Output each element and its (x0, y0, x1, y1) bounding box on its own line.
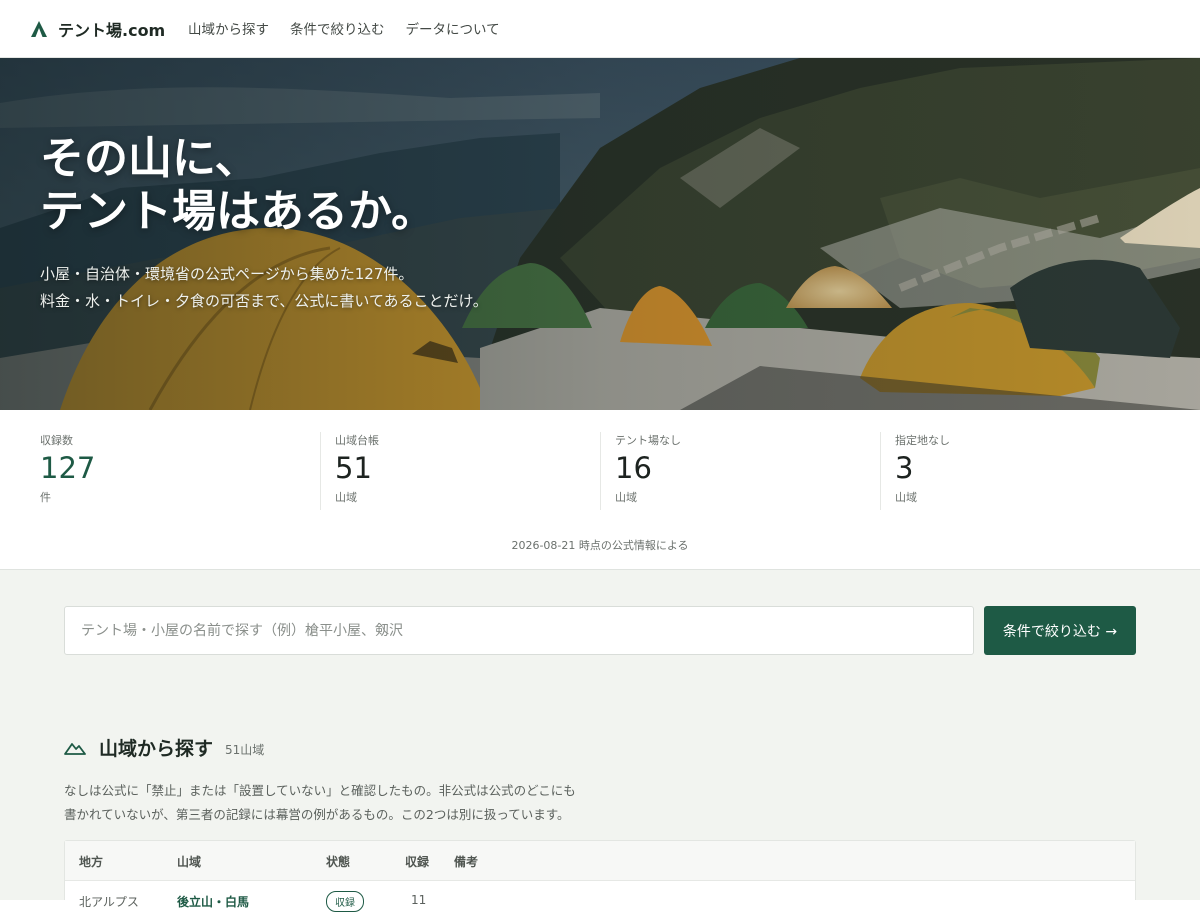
section-title: 山域から探す (99, 738, 214, 760)
stat-value: 127 (40, 451, 96, 485)
stat-label: 山域台帳 (335, 434, 379, 447)
column-header-area[interactable]: 山域 (177, 853, 201, 870)
stat-value: 3 (895, 451, 914, 485)
stat-total: 収録数 127 件 (40, 432, 95, 510)
section-note: なしは公式に「禁止」または「設置していない」と確認したもの。非公式は公式のどこに… (64, 779, 576, 827)
stat-no-designated-site: 指定地なし 3 山域 (880, 432, 950, 510)
hero-title-line-2: テント場はあるか。 (40, 186, 436, 237)
stats-panel: 収録数 127 件 山域台帳 51 山域 テント場なし 16 山域 指定地なし … (0, 410, 1200, 570)
status-badge: 収録 (326, 891, 364, 912)
areas-table: 地方 山域 状態 収録 備考 北アルプス 後立山・白馬 収録 11 (64, 840, 1136, 912)
hero-title: その山に、 テント場はあるか。 (40, 132, 435, 238)
stat-unit: 山域 (335, 491, 357, 504)
stat-label: テント場なし (615, 434, 681, 447)
cell-region: 北アルプス (79, 895, 139, 909)
cell-count: 11 (411, 893, 427, 907)
hero-subtitle-line-1: 小屋・自治体・環境省の公式ページから集めた127件。 (40, 265, 414, 283)
section-header: 山域から探す 51山域 (64, 734, 264, 761)
site-logo[interactable]: テント場.com (30, 17, 165, 41)
stat-no-tent-site: テント場なし 16 山域 (600, 432, 681, 510)
hero-subtitle: 小屋・自治体・環境省の公式ページから集めた127件。 料金・水・トイレ・夕食の可… (40, 261, 488, 315)
nav-item-filter[interactable]: 条件で絞り込む (290, 18, 385, 38)
logo-text: テント場.com (58, 21, 166, 40)
cell-area-link[interactable]: 後立山・白馬 (177, 893, 249, 910)
table-row[interactable]: 北アルプス 後立山・白馬 収録 11 (65, 881, 1135, 921)
main-nav: 山域から探す 条件で絞り込む データについて (188, 18, 500, 38)
filter-button[interactable]: 条件で絞り込む → (984, 606, 1136, 655)
hero-banner: その山に、 テント場はあるか。 小屋・自治体・環境省の公式ページから集めた127… (0, 58, 1200, 410)
mountain-icon (64, 742, 86, 755)
column-header-count[interactable]: 収録 (405, 853, 429, 870)
nav-item-areas[interactable]: 山域から探す (188, 18, 269, 38)
section-note-line-1: なしは公式に「禁止」または「設置していない」と確認したもの。非公式は公式のどこに… (64, 783, 576, 798)
stat-areas: 山域台帳 51 山域 (320, 432, 379, 510)
stat-value: 16 (615, 451, 652, 485)
site-header: テント場.com 山域から探す 条件で絞り込む データについて (0, 0, 1200, 58)
as-of-date: 2026-08-21 時点の公式情報による (511, 539, 689, 552)
stat-value: 51 (335, 451, 372, 485)
section-count: 51山域 (225, 743, 265, 757)
stat-unit: 山域 (895, 491, 917, 504)
nav-item-about-data[interactable]: データについて (406, 18, 500, 38)
tent-icon (31, 21, 47, 37)
hero-subtitle-line-2: 料金・水・トイレ・夕食の可否まで、公式に書いてあることだけ。 (40, 292, 488, 310)
stat-unit: 山域 (615, 491, 637, 504)
column-header-region[interactable]: 地方 (79, 853, 103, 870)
stat-unit: 件 (40, 491, 51, 504)
search-input[interactable] (64, 606, 974, 655)
column-header-status[interactable]: 状態 (326, 853, 350, 870)
stat-label: 収録数 (40, 434, 73, 447)
main-content: 条件で絞り込む → 山域から探す 51山域 なしは公式に「禁止」または「設置して… (0, 570, 1200, 912)
section-note-line-2: 書かれていないが、第三者の記録には幕営の例があるもの。この2つは別に扱っています… (64, 807, 570, 822)
hero-title-line-1: その山に、 (40, 133, 259, 184)
stat-label: 指定地なし (895, 434, 950, 447)
table-header: 地方 山域 状態 収録 備考 (65, 841, 1135, 881)
column-header-note[interactable]: 備考 (454, 853, 478, 870)
